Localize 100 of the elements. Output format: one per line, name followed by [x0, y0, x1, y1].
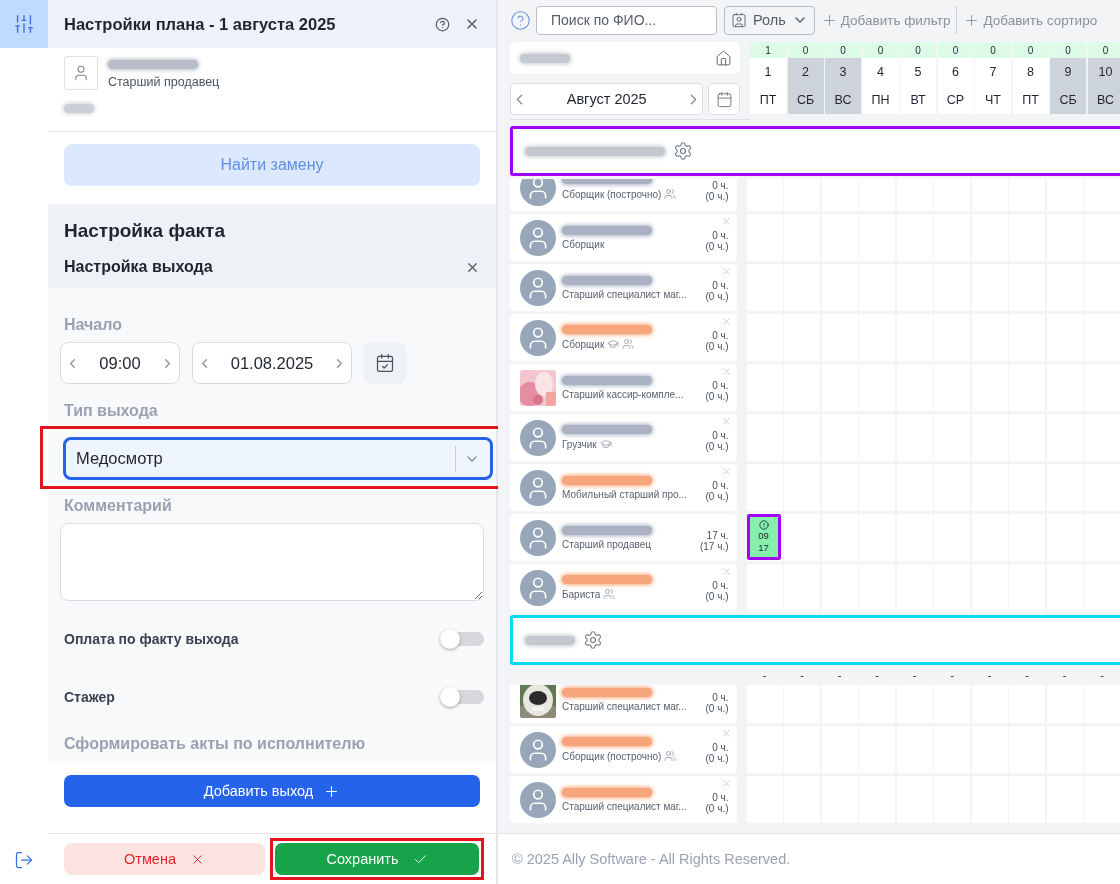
day-count: 0: [975, 42, 1011, 58]
employee-role: Сборщик (построчно): [562, 188, 662, 200]
day-total: -: [1061, 669, 1068, 681]
copyright-text: © 2025 Ally Software - All Rights Reserved.: [498, 833, 1120, 884]
role-filter-button[interactable]: Роль: [724, 5, 815, 35]
home-icon[interactable]: [715, 49, 732, 67]
planned-hours: (0 ч.): [705, 390, 729, 402]
remove-button[interactable]: [720, 316, 732, 327]
employee-card[interactable]: Старший специалист маг... 0 ч. (0 ч.): [510, 776, 737, 823]
date-field[interactable]: 01.08.2025: [192, 342, 352, 384]
employee-card[interactable]: Сборщик (построчно) 0 ч. (0 ч.): [510, 726, 737, 773]
users-icon: [664, 188, 677, 200]
employee-card[interactable]: Сборщик (построчно) 0 ч. (0 ч.): [510, 179, 737, 211]
day-number: 1: [750, 58, 786, 86]
day-count: 0: [937, 42, 974, 58]
day-total: -: [761, 669, 768, 681]
help-icon[interactable]: [435, 16, 450, 32]
worked-hours: 0 ч.: [712, 479, 729, 491]
employee-role: Мобильный старший про...: [562, 488, 687, 500]
worked-hours: 0 ч.: [712, 379, 729, 391]
day-count: 0: [1012, 42, 1049, 58]
avatar-icon: [520, 731, 556, 768]
employee-card[interactable]: Старший специалист маг... 0 ч. (0 ч.): [510, 264, 737, 311]
settings-icon[interactable]: [673, 141, 693, 161]
planned-hours: (0 ч.): [705, 340, 729, 352]
graduation-cap-icon: [607, 338, 620, 350]
avatar-icon: [520, 319, 556, 356]
worked-hours: 0 ч.: [712, 741, 729, 753]
toggle-switch[interactable]: [442, 690, 484, 704]
remove-button[interactable]: [720, 466, 732, 477]
worked-hours: 0 ч.: [712, 429, 729, 441]
remove-button[interactable]: [720, 728, 732, 739]
time-field[interactable]: 09:00: [60, 342, 180, 384]
employee-role: Сборщик: [562, 238, 605, 250]
day-count: 0: [900, 42, 936, 58]
day-number: 9: [1050, 58, 1086, 86]
remove-button[interactable]: [720, 216, 732, 227]
avatar-icon: [520, 419, 556, 456]
weekday: СБ: [1050, 86, 1086, 114]
planned-hours: (0 ч.): [705, 702, 729, 714]
shift-block[interactable]: 09 17: [746, 514, 781, 560]
worked-hours: 0 ч.: [712, 229, 729, 241]
weekday: ПТ: [1012, 86, 1049, 114]
shift-start: 09: [758, 530, 769, 542]
remove-button[interactable]: [720, 266, 732, 277]
field-label: Комментарий: [63, 497, 173, 515]
avatar-icon: [520, 781, 556, 818]
employee-card[interactable]: Грузчик 0 ч. (0 ч.): [510, 414, 737, 461]
blurred-id: [64, 104, 94, 113]
worked-hours: 17 ч.: [706, 529, 729, 541]
employee-role: Сборщик: [562, 338, 605, 350]
remove-button[interactable]: [720, 778, 732, 789]
employee-card[interactable]: Мобильный старший про... 0 ч. (0 ч.): [510, 464, 737, 511]
worked-hours: 0 ч.: [712, 791, 729, 803]
remove-button[interactable]: [720, 416, 732, 427]
day-total: -: [874, 669, 880, 681]
day-total: -: [911, 669, 918, 681]
employee-role: Старший продавец: [562, 538, 651, 550]
employee-card[interactable]: Сборщик 0 ч. (0 ч.): [510, 314, 737, 361]
time-value: 09:00: [99, 353, 141, 373]
employee-role: Старший специалист маг...: [562, 800, 687, 812]
avatar-icon: [520, 519, 556, 556]
day-count: 0: [862, 42, 899, 58]
toggle-switch[interactable]: [442, 632, 484, 646]
sliders-icon[interactable]: [0, 0, 48, 48]
help-icon[interactable]: [510, 9, 531, 31]
toggle-label: Оплата по факту выхода: [64, 631, 239, 647]
field-label: Начало: [63, 316, 123, 334]
employee-card[interactable]: Старший продавец 17 ч. (17 ч.): [510, 514, 737, 561]
alert-icon: [758, 520, 769, 530]
remove-button[interactable]: [720, 366, 732, 377]
employee-card[interactable]: Старший кассир-компле... 0 ч. (0 ч.): [510, 364, 737, 411]
worked-hours: 0 ч.: [712, 691, 729, 703]
planned-hours: (0 ч.): [705, 490, 729, 502]
weekday: СР: [937, 86, 974, 114]
exit-type-select[interactable]: Медосмотр: [63, 437, 493, 480]
settings-icon[interactable]: [583, 630, 603, 650]
employee-card[interactable]: Бариста 0 ч. (0 ч.): [510, 564, 737, 611]
weekday: ПТ: [750, 86, 786, 114]
day-number: 3: [825, 58, 861, 86]
worked-hours: 0 ч.: [712, 279, 729, 291]
group-header[interactable]: [510, 126, 1120, 176]
month-label: Август 2025: [566, 91, 647, 107]
toggle-label: Стажер: [64, 689, 115, 705]
day-number: 10: [1087, 58, 1120, 86]
cancel-button[interactable]: Отмена: [64, 843, 265, 875]
calendar-icon[interactable]: [364, 342, 406, 384]
comment-field[interactable]: [60, 523, 484, 601]
users-icon: [664, 750, 677, 762]
avatar-icon: [520, 179, 556, 206]
employee-role: Старший кассир-компле...: [562, 388, 684, 400]
day-number: 7: [975, 58, 1011, 86]
worked-hours: 0 ч.: [712, 179, 729, 191]
search-field[interactable]: Поиск по ФИО...: [536, 5, 717, 35]
employee-card[interactable]: Сборщик 0 ч. (0 ч.): [510, 214, 737, 261]
day-number: 5: [900, 58, 936, 86]
add-exit-button[interactable]: Добавить выход: [64, 775, 480, 807]
employee-card[interactable]: Старший специалист маг... 0 ч. (0 ч.): [510, 685, 737, 723]
weekday: СБ: [787, 86, 824, 114]
remove-button[interactable]: [720, 566, 732, 577]
